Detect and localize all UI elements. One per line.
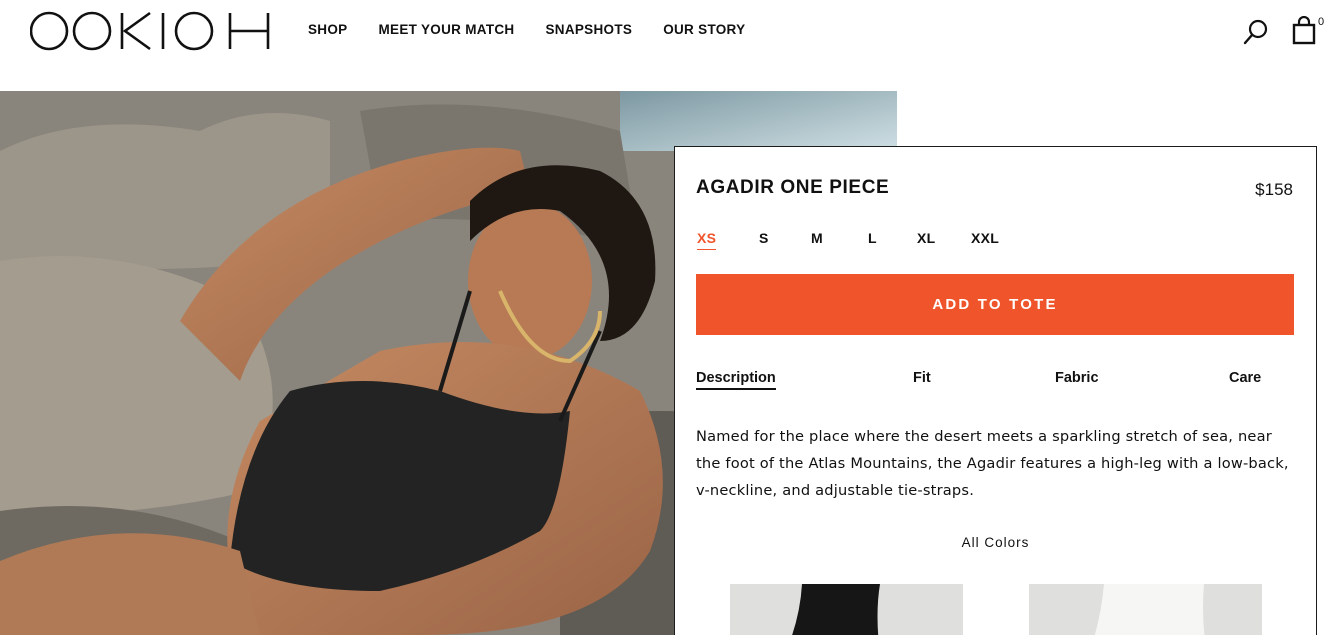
size-option-xs[interactable]: XS [697,230,717,250]
product-description: Named for the place where the desert mee… [696,428,1289,499]
tab-fit[interactable]: Fit [913,370,931,386]
search-icon[interactable] [1242,18,1270,46]
product-panel: AGADIR ONE PIECE $158 XS S M L XL XXL AD… [674,146,1317,635]
tab-care[interactable]: Care [1229,370,1261,386]
size-option-m[interactable]: M [811,230,823,246]
color-swatch-white[interactable] [1029,584,1262,635]
size-option-l[interactable]: L [868,230,877,246]
bag-count-badge: 0 [1318,16,1325,28]
swatch-white-image [1094,584,1205,635]
all-colors-link[interactable]: All Colors [675,535,1316,550]
brand-logo[interactable] [30,10,272,52]
product-info-tabs: Description Fit Fabric Care [696,370,1296,396]
size-option-xl[interactable]: XL [917,230,936,246]
nav-item-snapshots[interactable]: SNAPSHOTS [545,22,632,37]
add-to-tote-button[interactable]: ADD TO TOTE [696,274,1294,335]
nav-item-meet-your-match[interactable]: MEET YOUR MATCH [378,22,514,37]
tab-description[interactable]: Description [696,370,776,390]
size-option-xxl[interactable]: XXL [971,230,999,246]
swatch-black-image [792,584,880,635]
main-nav: SHOP MEET YOUR MATCH SNAPSHOTS OUR STORY [308,22,776,37]
tab-fabric[interactable]: Fabric [1055,370,1099,386]
size-option-s[interactable]: S [759,230,769,246]
product-price: $158 [1255,180,1293,199]
color-swatch-black[interactable] [730,584,963,635]
nav-item-our-story[interactable]: OUR STORY [663,22,745,37]
site-header: SHOP MEET YOUR MATCH SNAPSHOTS OUR STORY… [0,0,1342,62]
product-title: AGADIR ONE PIECE [696,177,890,198]
shopping-bag-icon[interactable] [1292,16,1316,46]
nav-item-shop[interactable]: SHOP [308,22,347,37]
